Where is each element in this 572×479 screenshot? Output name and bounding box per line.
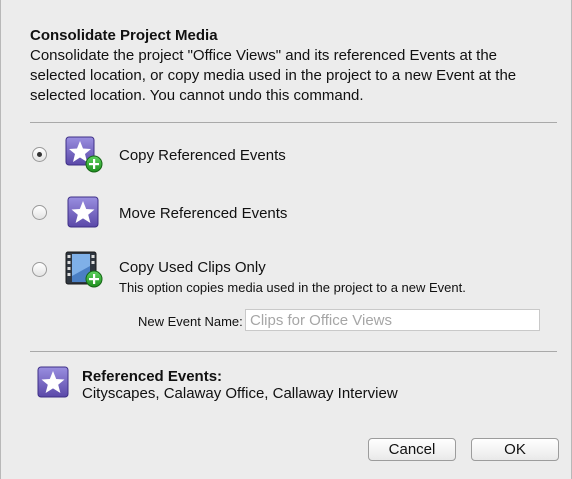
radio-copy-used-clips[interactable] [32,262,47,277]
dialog-description: Consolidate the project "Office Views" a… [30,47,517,104]
option-move-referenced-events[interactable]: Move Referenced Events [1,195,572,235]
dialog-title: Consolidate Project Media [30,27,218,44]
star-icon [37,366,69,398]
option-label: Copy Referenced Events [119,147,286,164]
radio-move-referenced-events[interactable] [32,205,47,220]
consolidate-dialog: Consolidate Project Media Consolidate th… [0,0,572,479]
option-copy-referenced-events[interactable]: Copy Referenced Events [1,135,572,175]
option-label: Move Referenced Events [119,205,288,222]
cancel-button[interactable]: Cancel [368,438,456,461]
new-event-name-field[interactable] [245,309,540,331]
option-label: Copy Used Clips Only [119,259,266,276]
ok-button[interactable]: OK [471,438,559,461]
radio-copy-referenced-events[interactable] [32,147,47,162]
star-plus-icon [65,136,103,173]
referenced-events-list: Cityscapes, Calaway Office, Callaway Int… [82,385,398,402]
referenced-events-title: Referenced Events: [82,368,223,385]
film-clip-plus-icon [65,251,103,288]
option-note: This option copies media used in the pro… [119,280,466,295]
new-event-name-label: New Event Name: [138,314,243,329]
separator [30,122,557,123]
star-icon [67,196,99,228]
separator [30,351,557,352]
option-copy-used-clips[interactable]: Copy Used Clips Only This option copies … [1,250,572,295]
